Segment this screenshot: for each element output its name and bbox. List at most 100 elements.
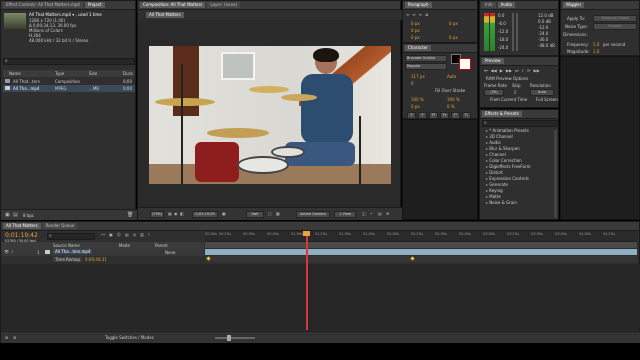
- frame-blending-icon[interactable]: ▤: [125, 232, 129, 237]
- tab-timeline-comp[interactable]: All That Matters: [3, 223, 41, 229]
- column-parent[interactable]: Parent: [155, 243, 168, 248]
- effects-list-item[interactable]: Noise & Grain: [482, 200, 558, 206]
- current-time-display[interactable]: 0;01:19;29: [192, 211, 218, 218]
- snapshot-icon[interactable]: ◉: [174, 211, 178, 216]
- indent-first-field[interactable]: 0 px: [411, 28, 420, 33]
- shy-layers-icon[interactable]: ☺: [117, 232, 121, 237]
- camera-icon[interactable]: ▣: [222, 211, 226, 216]
- transparency-grid-icon[interactable]: ▩: [276, 211, 280, 216]
- bit-depth-label[interactable]: 8 bpc: [23, 213, 34, 218]
- timeline-current-time[interactable]: 0;01:19;42: [5, 232, 38, 239]
- align-left-icon[interactable]: ≡: [406, 12, 409, 18]
- new-folder-icon[interactable]: ▤: [13, 212, 18, 218]
- resolution-dropdown[interactable]: Half: [246, 211, 264, 218]
- current-time-handle[interactable]: [303, 231, 310, 236]
- interpret-footage-icon[interactable]: ▣: [5, 212, 10, 218]
- full-screen-checkbox[interactable]: Full Screen: [536, 97, 558, 102]
- noise-type-dropdown[interactable]: Smooth: [593, 23, 637, 30]
- column-size[interactable]: Size: [89, 71, 97, 76]
- fill-color-swatch[interactable]: [459, 58, 471, 70]
- comp-mini-flowchart-icon[interactable]: ⊶: [101, 232, 105, 237]
- align-right-icon[interactable]: ≡: [419, 12, 422, 18]
- indent-right-field[interactable]: 0 px: [449, 21, 458, 26]
- column-source-name[interactable]: Source Name: [53, 243, 80, 248]
- align-center-icon[interactable]: ≡: [412, 12, 415, 18]
- tab-wiggler[interactable]: Wiggler: [563, 2, 585, 8]
- time-ruler[interactable]: 00:00s 00:15s 00:30s 00:45s 01:00s 01:15…: [205, 231, 637, 242]
- composition-subtab[interactable]: All That Matters: [146, 12, 184, 18]
- audio-icon[interactable]: ♪: [522, 68, 525, 73]
- region-of-interest-icon[interactable]: ▢: [268, 211, 272, 216]
- toggle-pixel-icon[interactable]: ◫: [362, 211, 366, 216]
- font-size-field[interactable]: 117 px: [411, 74, 425, 79]
- indent-left-field[interactable]: 0 px: [411, 21, 420, 26]
- fast-preview-icon[interactable]: ⚡: [370, 211, 373, 216]
- effects-search-input[interactable]: ⌕: [482, 120, 558, 127]
- play-icon[interactable]: ▶: [500, 68, 503, 73]
- timeline-icon[interactable]: ▤: [378, 211, 382, 216]
- tab-preview[interactable]: Preview: [482, 58, 504, 64]
- vertical-scale-field[interactable]: 100 %: [411, 97, 424, 102]
- layer-row[interactable]: 👁 ♪ 1 All Tha...ters.mp4 None: [1, 249, 204, 256]
- audio-slider-right[interactable]: [516, 13, 518, 51]
- visibility-eye-icon[interactable]: 👁: [4, 249, 9, 254]
- tab-composition[interactable]: Composition: All That Matters: [140, 2, 206, 8]
- previous-frame-icon[interactable]: ◀◀: [491, 68, 497, 73]
- column-type[interactable]: Type: [55, 71, 64, 76]
- font-style-dropdown[interactable]: Regular: [405, 63, 447, 70]
- font-family-dropdown[interactable]: Bracode Outline: [405, 55, 447, 62]
- tab-project[interactable]: Project: [84, 2, 105, 8]
- property-row[interactable]: Time Remap 0;00;44;31: [1, 256, 204, 263]
- apply-to-dropdown[interactable]: Temporal Graph: [593, 15, 637, 22]
- layer-duration-bar[interactable]: [205, 249, 637, 255]
- small-caps-button[interactable]: Tт: [440, 112, 449, 119]
- all-caps-button[interactable]: TT: [429, 112, 438, 119]
- tab-audio[interactable]: Audio: [497, 2, 515, 8]
- graph-editor-icon[interactable]: ⌇: [148, 232, 150, 237]
- column-mode[interactable]: Mode: [119, 243, 130, 248]
- leading-field[interactable]: Auto: [447, 74, 456, 79]
- audio-slider-left[interactable]: [512, 13, 514, 51]
- motion-blur-icon[interactable]: ◎: [133, 232, 137, 237]
- effects-scrollbar[interactable]: [554, 130, 557, 218]
- draft-3d-icon[interactable]: ▣: [109, 232, 113, 237]
- zoom-slider[interactable]: [215, 337, 255, 339]
- tab-info[interactable]: Info: [482, 2, 496, 8]
- last-frame-icon[interactable]: ⏭: [515, 68, 519, 73]
- frequency-value[interactable]: 5.0: [593, 42, 599, 47]
- project-item-comp[interactable]: All That...ters Composition 0;00: [3, 78, 135, 85]
- toggle-switches-modes[interactable]: Toggle Switches / Modes: [105, 335, 154, 340]
- horizontal-scale-field[interactable]: 100 %: [447, 97, 460, 102]
- view-layout-dropdown[interactable]: 1 View: [334, 211, 356, 218]
- space-before-field[interactable]: 0 px: [411, 35, 420, 40]
- channel-icon[interactable]: ◧: [180, 211, 184, 216]
- frame-rate-dropdown[interactable]: (30): [484, 89, 504, 96]
- trash-icon[interactable]: 🗑: [127, 212, 133, 218]
- magnitude-value[interactable]: 1.0: [593, 49, 599, 54]
- kerning-field[interactable]: 0: [411, 81, 414, 86]
- first-frame-icon[interactable]: ⏮: [484, 68, 488, 73]
- time-remap-value[interactable]: 0;00;44;31: [85, 257, 107, 262]
- video-frame[interactable]: [149, 46, 391, 184]
- ram-preview-options[interactable]: RAM Preview Options: [486, 76, 528, 81]
- next-frame-icon[interactable]: ▶▶: [506, 68, 512, 73]
- project-search-input[interactable]: ⌕: [3, 58, 135, 65]
- column-name[interactable]: Name: [9, 71, 21, 76]
- grid-icon[interactable]: ▦: [168, 211, 172, 216]
- zoom-slider-handle[interactable]: [227, 335, 231, 341]
- property-name[interactable]: Time Remap: [53, 257, 83, 262]
- work-area-bar[interactable]: [205, 242, 637, 248]
- timeline-search-input[interactable]: ⌕: [47, 233, 95, 240]
- from-current-time-checkbox[interactable]: From Current Time: [490, 97, 527, 102]
- superscript-button[interactable]: T¹: [451, 112, 460, 119]
- audio-toggle-icon[interactable]: ♪: [11, 249, 14, 254]
- brainstorm-icon[interactable]: ▥: [140, 232, 144, 237]
- current-time-indicator[interactable]: [306, 234, 308, 330]
- tsume-field[interactable]: 0 %: [447, 104, 455, 109]
- resolution-dropdown-preview[interactable]: Auto: [530, 89, 554, 96]
- zoom-dropdown[interactable]: (73%): [150, 211, 164, 218]
- tab-effects-presets[interactable]: Effects & Presets: [482, 111, 522, 117]
- tab-paragraph[interactable]: Paragraph: [405, 2, 432, 8]
- tab-effect-controls[interactable]: Effect Controls: All That Matters.mp4: [3, 2, 83, 8]
- justify-icon[interactable]: ≣: [425, 12, 428, 18]
